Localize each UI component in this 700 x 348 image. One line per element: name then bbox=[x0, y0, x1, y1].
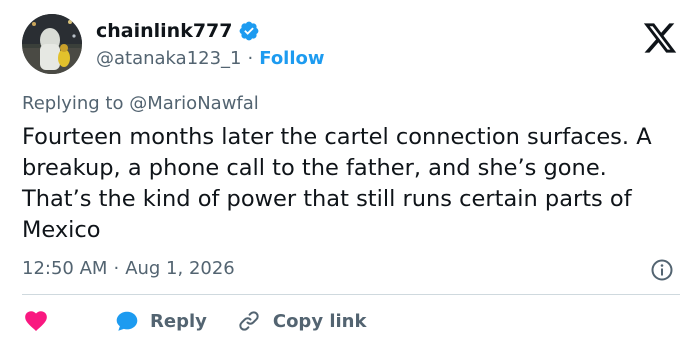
reply-mention-link[interactable]: @MarioNawfal bbox=[129, 93, 259, 114]
follow-button[interactable]: Follow bbox=[259, 48, 324, 69]
reply-bubble-icon bbox=[116, 311, 138, 331]
author-name-row: chainlink777 bbox=[96, 18, 260, 44]
copy-link-button[interactable]: Copy link bbox=[237, 309, 367, 333]
author-name[interactable]: chainlink777 bbox=[96, 20, 233, 42]
tweet-text: Fourteen months later the cartel connect… bbox=[22, 124, 652, 243]
copy-link-label: Copy link bbox=[272, 310, 367, 332]
action-bar: Reply Copy link bbox=[22, 308, 366, 334]
link-icon bbox=[239, 311, 259, 331]
x-logo-icon[interactable] bbox=[640, 20, 680, 56]
info-icon[interactable] bbox=[650, 258, 674, 282]
divider bbox=[22, 294, 680, 295]
author-handle-row: @atanaka123_1 · Follow bbox=[96, 48, 325, 69]
avatar[interactable] bbox=[22, 14, 82, 74]
separator-dot: · bbox=[113, 258, 120, 279]
heart-icon[interactable] bbox=[22, 308, 50, 334]
tweet-date: Aug 1, 2026 bbox=[125, 258, 235, 279]
tweet-timestamp[interactable]: 12:50 AM · Aug 1, 2026 bbox=[22, 258, 235, 279]
replying-to: Replying to @MarioNawfal bbox=[22, 93, 259, 114]
verified-badge-icon bbox=[239, 21, 258, 41]
separator-dot: · bbox=[247, 48, 254, 69]
reply-button[interactable]: Reply bbox=[114, 308, 207, 334]
author-handle[interactable]: @atanaka123_1 bbox=[96, 48, 242, 69]
replying-prefix: Replying to bbox=[22, 93, 124, 114]
reply-label: Reply bbox=[150, 310, 207, 332]
tweet-time: 12:50 AM bbox=[22, 258, 108, 279]
